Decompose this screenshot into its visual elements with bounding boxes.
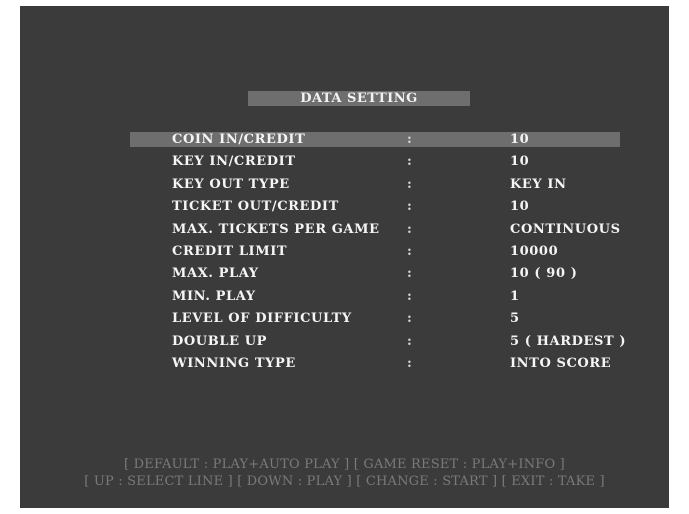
setting-row[interactable]: LEVEL OF DIFFICULTY: 5: [20, 308, 669, 330]
setting-value[interactable]: 10: [510, 151, 529, 173]
setting-separator: :: [407, 244, 413, 259]
setting-row[interactable]: MIN. PLAY: 1: [20, 286, 669, 308]
setting-row[interactable]: DOUBLE UP: 5 ( HARDEST ): [20, 331, 669, 353]
setting-row[interactable]: CREDIT LIMIT: 10000: [20, 241, 669, 263]
setting-value[interactable]: 10: [510, 196, 529, 218]
setting-label: MAX. PLAY: [172, 266, 259, 282]
setting-value[interactable]: 10: [510, 129, 529, 151]
setting-row[interactable]: MAX. PLAY: 10 ( 90 ): [20, 263, 669, 285]
setting-value[interactable]: 5: [510, 308, 520, 330]
data-setting-screen: DATA SETTING COIN IN/CREDIT:10 KEY IN/CRE…: [20, 6, 669, 508]
setting-label: KEY IN/CREDIT: [172, 154, 296, 170]
setting-value[interactable]: 10 ( 90 ): [510, 263, 577, 285]
setting-separator: :: [407, 356, 413, 371]
setting-label: LEVEL OF DIFFICULTY: [172, 311, 352, 327]
setting-value[interactable]: 5 ( HARDEST ): [510, 331, 626, 353]
setting-value[interactable]: CONTINUOUS: [510, 219, 621, 241]
setting-row[interactable]: MAX. TICKETS PER GAME: CONTINUOUS: [20, 219, 669, 241]
setting-separator: :: [407, 221, 413, 237]
setting-separator: :: [407, 199, 413, 215]
setting-label: MIN. PLAY: [172, 288, 256, 304]
setting-value[interactable]: 1: [510, 286, 520, 308]
setting-separator: :: [407, 132, 413, 147]
setting-label: DOUBLE UP: [172, 333, 268, 349]
setting-row[interactable]: WINNING TYPE: INTO SCORE: [20, 353, 669, 375]
setting-label: WINNING TYPE: [172, 356, 296, 371]
setting-label: CREDIT LIMIT: [172, 244, 288, 259]
setting-row[interactable]: COIN IN/CREDIT: 10: [20, 129, 669, 151]
setting-row[interactable]: KEY IN/CREDIT: 10: [20, 151, 669, 173]
help-line-2: [ UP : SELECT LINE ] [ DOWN : PLAY ] [ C…: [84, 474, 605, 489]
setting-separator: :: [407, 333, 413, 349]
setting-label: COIN IN/CREDIT: [172, 132, 306, 147]
setting-value[interactable]: 10000: [510, 241, 558, 263]
setting-separator: :: [407, 311, 413, 327]
setting-label: TICKET OUT/CREDIT: [172, 199, 339, 215]
setting-separator: :: [407, 266, 413, 282]
setting-separator: :: [407, 154, 413, 170]
setting-label: KEY OUT TYPE: [172, 176, 290, 192]
help-line-1: [ DEFAULT : PLAY+AUTO PLAY ] [ GAME RESE…: [124, 457, 565, 472]
setting-value[interactable]: INTO SCORE: [510, 353, 611, 375]
setting-separator: :: [407, 288, 413, 304]
screen-title: DATA SETTING: [248, 91, 470, 106]
setting-separator: :: [407, 176, 413, 192]
setting-row[interactable]: TICKET OUT/CREDIT: 10: [20, 196, 669, 218]
setting-value[interactable]: KEY IN: [510, 174, 567, 196]
setting-label: MAX. TICKETS PER GAME: [172, 221, 380, 237]
setting-row[interactable]: KEY OUT TYPE: KEY IN: [20, 174, 669, 196]
